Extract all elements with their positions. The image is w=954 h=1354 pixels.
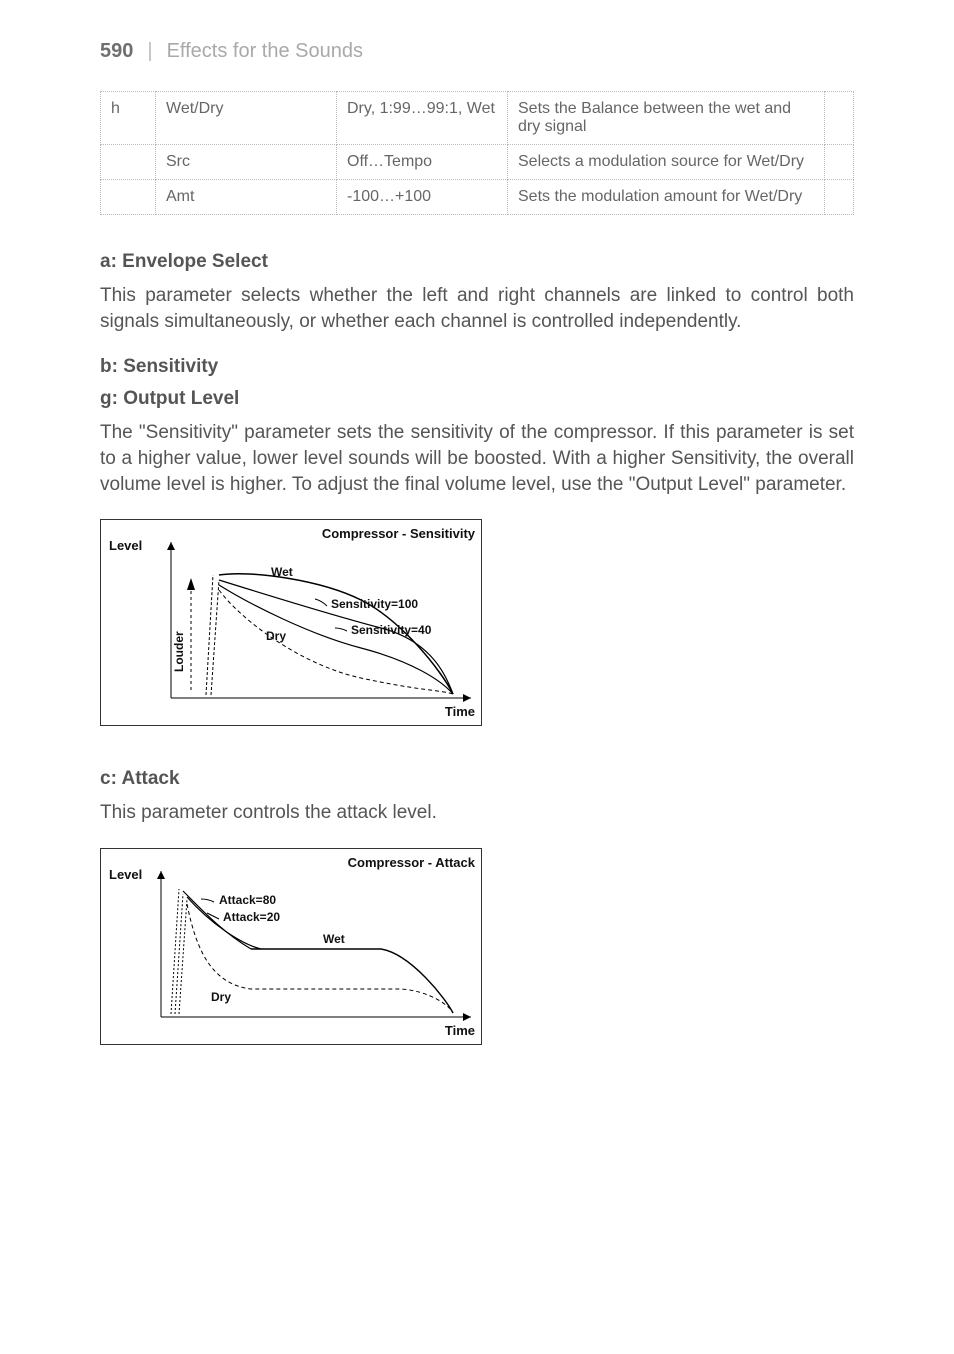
- page: 590 | Effects for the Sounds h Wet/Dry D…: [0, 0, 954, 1354]
- table-cell-name: Src: [156, 145, 337, 180]
- label-s100: Sensitivity=100: [331, 597, 418, 611]
- table-cell-name: Wet/Dry: [156, 92, 337, 145]
- paragraph-a: This parameter selects whether the left …: [100, 283, 854, 334]
- label-a20: Attack=20: [223, 910, 280, 924]
- axes: [157, 871, 471, 1021]
- header-separator: |: [147, 40, 152, 63]
- page-number: 590: [100, 40, 133, 63]
- subhead-a: a: Envelope Select: [100, 251, 854, 273]
- y-axis-label: Level: [109, 538, 142, 553]
- parameter-table: h Wet/Dry Dry, 1:99…99:1, Wet Sets the B…: [100, 91, 854, 215]
- table-cell-range: -100…+100: [337, 180, 508, 215]
- x-axis-label: Time: [445, 704, 475, 719]
- subhead-b: b: Sensitivity: [100, 356, 854, 378]
- arrow-up-icon: [167, 542, 175, 550]
- label-wet: Wet: [323, 932, 345, 946]
- transient-rise: [179, 899, 187, 1014]
- arrow-up-icon: [157, 871, 165, 879]
- leader-a80: [201, 899, 214, 902]
- table-cell-key: [101, 180, 156, 215]
- table-cell-key: h: [101, 92, 156, 145]
- louder-label: Louder: [172, 631, 186, 672]
- table-cell-key: [101, 145, 156, 180]
- paragraph-bg: The "Sensitivity" parameter sets the sen…: [100, 420, 854, 497]
- diagram-title: Compressor - Sensitivity: [322, 526, 476, 541]
- diagram-attack-svg: Compressor - Attack Level Time Attack=80…: [101, 849, 481, 1039]
- page-header: 590 | Effects for the Sounds: [100, 40, 854, 63]
- label-s40: Sensitivity=40: [351, 623, 432, 637]
- diagram-title: Compressor - Attack: [348, 855, 476, 870]
- label-a80: Attack=80: [219, 893, 276, 907]
- table-row: Src Off…Tempo Selects a modulation sourc…: [101, 145, 854, 180]
- label-wet: Wet: [271, 565, 293, 579]
- table-cell-desc: Selects a modulation source for Wet/Dry: [508, 145, 825, 180]
- diagram-sensitivity: Compressor - Sensitivity Level Time Loud…: [100, 519, 482, 726]
- table-cell-end: [825, 180, 854, 215]
- transient-rise: [206, 575, 213, 695]
- leader-s40: [335, 628, 347, 631]
- transient-rise: [171, 889, 179, 1014]
- arrow-right-icon: [463, 1013, 471, 1021]
- table-cell-name: Amt: [156, 180, 337, 215]
- table-cell-desc: Sets the modulation amount for Wet/Dry: [508, 180, 825, 215]
- label-dry: Dry: [266, 629, 286, 643]
- table-cell-end: [825, 145, 854, 180]
- leader-s100: [315, 599, 327, 606]
- table-cell-range: Dry, 1:99…99:1, Wet: [337, 92, 508, 145]
- y-axis-label: Level: [109, 867, 142, 882]
- transient-rise: [175, 894, 183, 1014]
- table-cell-end: [825, 92, 854, 145]
- curve-wet: [251, 949, 453, 1013]
- section-title: Effects for the Sounds: [167, 40, 363, 63]
- diagram-sensitivity-svg: Compressor - Sensitivity Level Time Loud…: [101, 520, 481, 720]
- paragraph-c: This parameter controls the attack level…: [100, 800, 854, 826]
- label-dry: Dry: [211, 990, 231, 1004]
- arrow-right-icon: [463, 694, 471, 702]
- diagram-attack: Compressor - Attack Level Time Attack=80…: [100, 848, 482, 1045]
- table-cell-range: Off…Tempo: [337, 145, 508, 180]
- subhead-c: c: Attack: [100, 768, 854, 790]
- table-row: h Wet/Dry Dry, 1:99…99:1, Wet Sets the B…: [101, 92, 854, 145]
- arrow-up-icon: [187, 578, 195, 590]
- table-cell-desc: Sets the Balance between the wet and dry…: [508, 92, 825, 145]
- x-axis-label: Time: [445, 1023, 475, 1038]
- subhead-g: g: Output Level: [100, 388, 854, 410]
- table-row: Amt -100…+100 Sets the modulation amount…: [101, 180, 854, 215]
- louder-label-group: Louder: [172, 578, 195, 690]
